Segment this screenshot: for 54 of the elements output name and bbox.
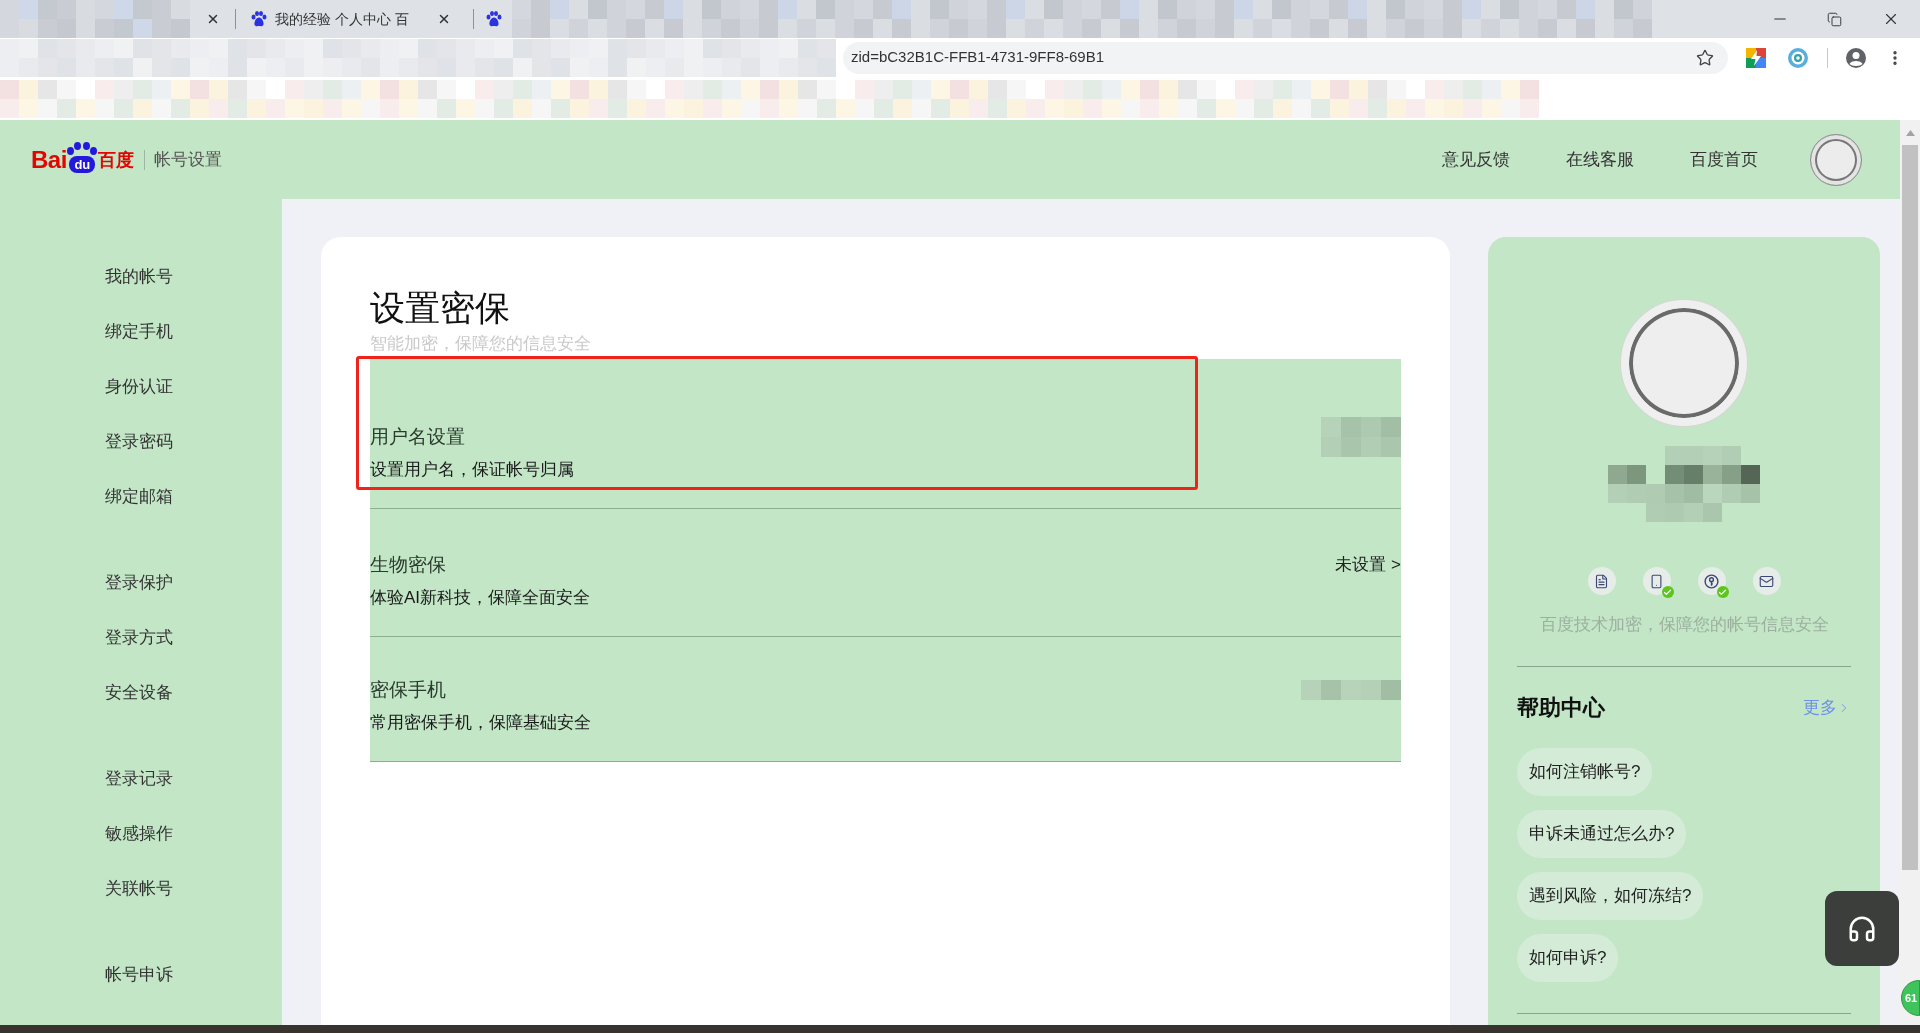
row-title: 用户名设置 <box>370 425 465 449</box>
help-question[interactable]: 如何注销帐号? <box>1517 748 1653 796</box>
sidebar-item[interactable]: 绑定手机 <box>105 318 173 345</box>
address-bar[interactable]: zid=bC32B1C-FFB1-4731-9FF8-69B1 <box>843 41 1728 74</box>
sidebar-item[interactable]: 登录密码 <box>105 428 173 455</box>
help-question[interactable]: 如何申诉? <box>1517 934 1619 982</box>
phone-icon[interactable] <box>1642 567 1671 595</box>
section-title: 帐号设置 <box>153 148 222 171</box>
paw-icon <box>251 11 267 27</box>
close-icon[interactable] <box>206 12 220 26</box>
help-question[interactable]: 遇到风险，如何冻结? <box>1517 872 1704 920</box>
header-link[interactable]: 在线客服 <box>1566 146 1634 173</box>
restore-icon[interactable] <box>1827 11 1842 27</box>
logo-text[interactable]: 百度 <box>97 150 134 169</box>
keyhole-icon[interactable] <box>1697 567 1726 595</box>
row-title: 生物密保 <box>370 553 446 577</box>
extension-icon[interactable] <box>1746 47 1766 68</box>
sidebar-item[interactable]: 绑定邮箱 <box>105 483 173 510</box>
logo-mark[interactable]: du <box>69 155 96 173</box>
extension-icon[interactable] <box>1788 47 1808 68</box>
sidebar-item[interactable]: 敏感操作 <box>105 820 173 847</box>
help-question[interactable]: 申诉未通过怎么办? <box>1517 810 1687 858</box>
row-description: 设置用户名，保证帐号归属 <box>370 459 575 481</box>
setting-row[interactable]: 密保手机 常用密保手机，保障基础安全 <box>370 637 1401 762</box>
row-title: 密保手机 <box>370 678 446 702</box>
scrollbar-thumb[interactable] <box>1902 145 1918 870</box>
paw-icon <box>486 11 502 27</box>
row-description: 常用密保手机，保障基础安全 <box>370 712 592 734</box>
header-link[interactable]: 意见反馈 <box>1442 146 1510 173</box>
scrollbar[interactable] <box>1900 120 1920 1025</box>
page-title: 设置密保 <box>370 288 511 328</box>
document-icon[interactable] <box>1587 567 1616 595</box>
mail-icon[interactable] <box>1752 567 1781 595</box>
sidebar-item[interactable]: 帐号申诉 <box>105 961 173 988</box>
avatar[interactable] <box>1810 133 1862 186</box>
sidebar-item[interactable]: 登录方式 <box>105 624 173 651</box>
sidebar-item[interactable]: 登录记录 <box>105 765 173 792</box>
setting-row[interactable]: 生物密保 未设置 > 体验AI新科技，保障全面安全 <box>370 509 1401 637</box>
profile-icon[interactable] <box>1846 47 1866 68</box>
status-link[interactable]: 未设置 > <box>1335 552 1401 578</box>
tab-title[interactable]: 我的经验 个人中心 百 <box>275 8 433 30</box>
logo-text[interactable]: Bai <box>31 147 67 172</box>
bookmark-star-icon[interactable] <box>1696 48 1714 67</box>
row-description: 体验AI新科技，保障全面安全 <box>370 587 592 609</box>
sidebar-item[interactable]: 我的帐号 <box>105 263 173 290</box>
support-button[interactable] <box>1825 891 1899 966</box>
paw-icon <box>67 141 98 155</box>
sidebar-item[interactable]: 登录保护 <box>105 569 173 596</box>
sidebar-item[interactable]: 身份认证 <box>105 373 173 400</box>
help-title: 帮助中心 <box>1517 695 1605 721</box>
sidebar-item[interactable]: 安全设备 <box>105 679 173 706</box>
sidebar-item[interactable]: 关联帐号 <box>105 875 173 902</box>
close-icon[interactable] <box>437 12 451 26</box>
header-link[interactable]: 百度首页 <box>1690 146 1758 173</box>
